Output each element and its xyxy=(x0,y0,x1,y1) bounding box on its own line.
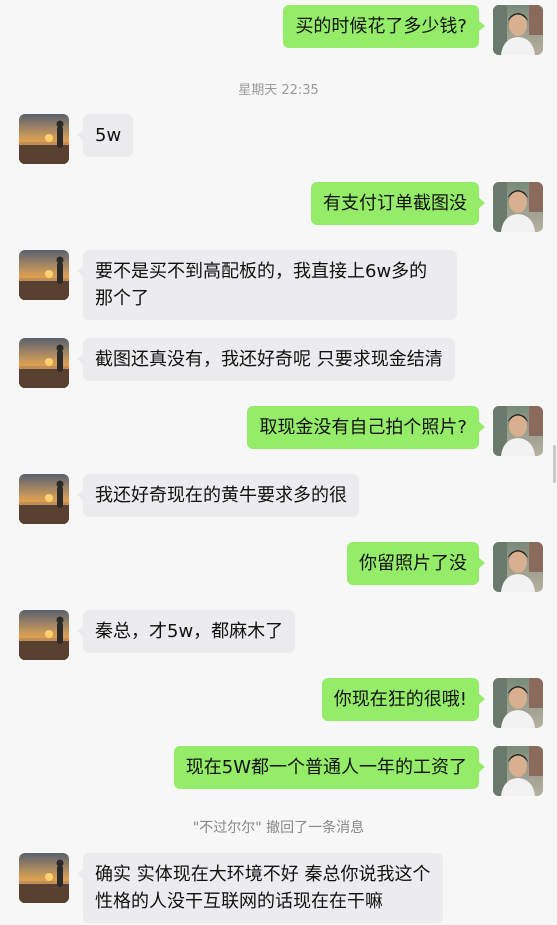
avatar-them[interactable] xyxy=(19,610,69,660)
recall-notice: "不过尔尔" 撤回了一条消息 xyxy=(192,820,365,836)
avatar-sunset-photo-icon xyxy=(19,338,69,388)
avatar-man-photo-icon xyxy=(493,406,543,456)
avatar-sunset-photo-icon xyxy=(19,853,69,903)
avatar-man-photo-icon xyxy=(493,542,543,592)
message-bubble-them[interactable]: 要不是买不到高配板的，我直接上6w多的那个了 xyxy=(77,250,457,320)
avatar-them[interactable] xyxy=(19,114,69,164)
timestamp-label: 星期天 22:35 xyxy=(238,83,319,98)
message-bubble-me[interactable]: 你现在狂的很哦! xyxy=(321,678,486,721)
avatar-man-photo-icon xyxy=(493,5,543,55)
avatar-them[interactable] xyxy=(19,474,69,524)
avatar-sunset-photo-icon xyxy=(19,114,69,164)
avatar-sunset-photo-icon xyxy=(19,250,69,300)
avatar-sunset-photo-icon xyxy=(19,474,69,524)
message-bubble-me[interactable]: 现在5W都一个普通人一年的工资了 xyxy=(173,746,486,789)
message-bubble-them[interactable]: 5w xyxy=(76,114,134,157)
message-bubble-them[interactable]: 确实 实体现在大环境不好 秦总你说我这个性格的人没干互联网的话现在在干嘛 xyxy=(77,853,443,923)
avatar-sunset-photo-icon xyxy=(19,610,69,660)
avatar-me[interactable] xyxy=(493,746,543,796)
avatar-man-photo-icon xyxy=(493,182,543,232)
avatar-me[interactable] xyxy=(493,5,543,55)
message-bubble-them[interactable]: 截图还真没有，我还好奇呢 只要求现金结清 xyxy=(77,338,455,381)
avatar-them[interactable] xyxy=(19,853,69,903)
avatar-them[interactable] xyxy=(19,250,69,300)
chat-window[interactable]: 买的时候花了多少钱? 星期天 22:35 5w 有支付订单截图没 要不是买不到高… xyxy=(0,0,557,925)
avatar-man-photo-icon xyxy=(493,678,543,728)
avatar-me[interactable] xyxy=(493,678,543,728)
message-bubble-them[interactable]: 秦总，才5w，都麻木了 xyxy=(76,610,296,653)
avatar-me[interactable] xyxy=(493,406,543,456)
avatar-me[interactable] xyxy=(493,182,543,232)
avatar-them[interactable] xyxy=(19,338,69,388)
message-bubble-them[interactable]: 我还好奇现在的黄牛要求多的很 xyxy=(77,474,359,517)
message-bubble-me[interactable]: 有支付订单截图没 xyxy=(311,182,485,225)
message-bubble-me[interactable]: 买的时候花了多少钱? xyxy=(283,5,485,48)
avatar-man-photo-icon xyxy=(493,746,543,796)
avatar-me[interactable] xyxy=(493,542,543,592)
message-bubble-me[interactable]: 取现金没有自己拍个照片? xyxy=(247,406,485,449)
message-bubble-me[interactable]: 你留照片了没 xyxy=(347,542,485,585)
scrollbar-thumb[interactable] xyxy=(553,445,556,483)
